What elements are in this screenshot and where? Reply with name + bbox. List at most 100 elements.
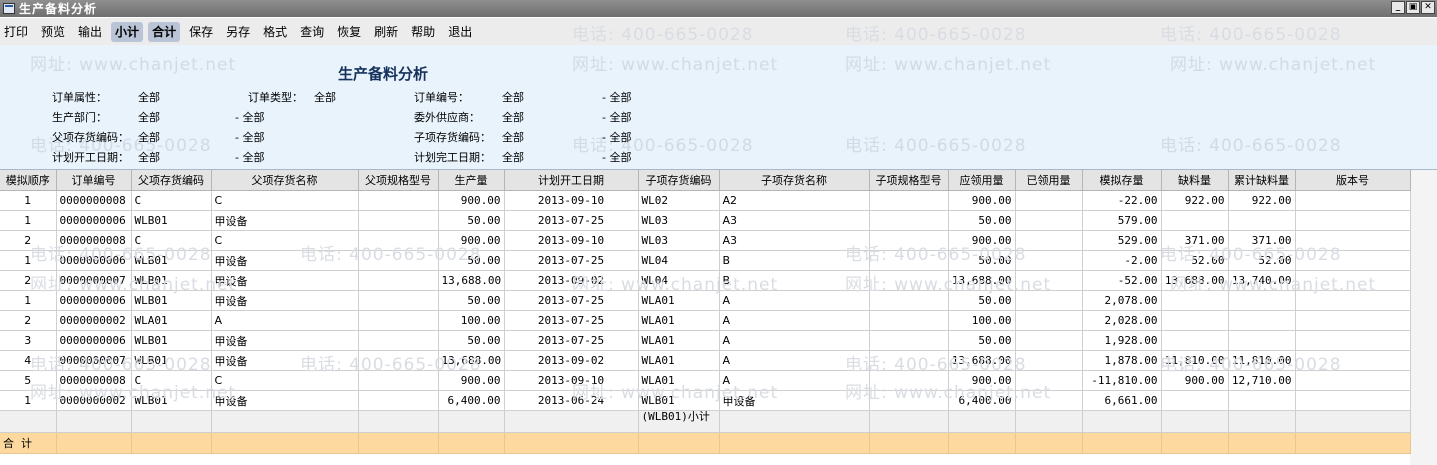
column-header[interactable]: 应领用量 — [948, 170, 1016, 191]
table-cell[interactable] — [358, 390, 439, 411]
table-cell[interactable]: 579.00 — [1082, 210, 1162, 231]
table-cell[interactable]: 922.00 — [1228, 190, 1296, 211]
table-cell[interactable]: 甲设备 — [211, 390, 359, 411]
table-cell[interactable]: 529.00 — [1082, 230, 1162, 251]
table-cell[interactable]: 13,688.00 — [438, 270, 505, 291]
table-cell[interactable]: A3 — [719, 230, 870, 251]
table-cell[interactable]: 50.00 — [438, 210, 505, 231]
table-cell[interactable]: 13,688.00 — [948, 270, 1016, 291]
table-cell[interactable]: 1 — [0, 290, 57, 311]
table-cell[interactable]: 1 — [0, 390, 57, 411]
table-cell[interactable] — [1161, 290, 1229, 311]
table-row[interactable]: 3 0000000006 WLB01 甲设备 50.00 2013-07-25 WLA01 A… — [0, 330, 1411, 351]
table-cell[interactable] — [1295, 250, 1411, 271]
table-cell[interactable]: 2 — [0, 310, 57, 331]
table-cell[interactable] — [1295, 390, 1411, 411]
table-cell[interactable]: C — [131, 370, 212, 391]
close-icon[interactable]: ✕ — [1421, 1, 1435, 14]
table-cell[interactable]: 3 — [0, 330, 57, 351]
table-cell[interactable]: 0000000008 — [56, 370, 132, 391]
table-cell[interactable]: WL02 — [638, 190, 720, 211]
menu-query[interactable]: 查询 — [296, 22, 328, 42]
table-cell[interactable]: 甲设备 — [211, 330, 359, 351]
table-cell[interactable] — [1015, 350, 1083, 371]
table-cell[interactable] — [1228, 390, 1296, 411]
table-cell[interactable] — [1015, 310, 1083, 331]
menu-save-as[interactable]: 另存 — [222, 22, 254, 42]
table-cell[interactable] — [1295, 210, 1411, 231]
table-cell[interactable]: WLA01 — [638, 330, 720, 351]
table-cell[interactable]: A — [719, 290, 870, 311]
table-cell[interactable]: 900.00 — [438, 370, 505, 391]
table-cell[interactable]: 1 — [0, 190, 57, 211]
table-cell[interactable]: 0000000008 — [56, 190, 132, 211]
table-cell[interactable] — [869, 290, 949, 311]
table-cell[interactable]: 2013-09-10 — [504, 190, 639, 211]
table-cell[interactable] — [1015, 290, 1083, 311]
total-cell[interactable] — [1015, 432, 1083, 454]
column-header[interactable]: 累计缺料量 — [1228, 170, 1296, 191]
table-cell[interactable] — [358, 310, 439, 331]
table-cell[interactable]: WL04 — [638, 250, 720, 271]
table-cell[interactable]: WLA01 — [638, 290, 720, 311]
table-cell[interactable] — [869, 370, 949, 391]
total-cell[interactable] — [211, 432, 359, 454]
column-header[interactable]: 子项规格型号 — [869, 170, 949, 191]
table-cell[interactable]: 0000000007 — [56, 270, 132, 291]
table-cell[interactable]: WLB01 — [131, 270, 212, 291]
table-cell[interactable]: 0000000002 — [56, 310, 132, 331]
table-cell[interactable]: 900.00 — [948, 190, 1016, 211]
table-cell[interactable]: 1,928.00 — [1082, 330, 1162, 351]
table-cell[interactable]: WL03 — [638, 210, 720, 231]
table-cell[interactable]: C — [131, 230, 212, 251]
table-cell[interactable] — [1295, 190, 1411, 211]
table-cell[interactable]: C — [131, 190, 212, 211]
table-cell[interactable]: -11,810.00 — [1082, 370, 1162, 391]
table-cell[interactable]: 50.00 — [948, 250, 1016, 271]
table-cell[interactable] — [869, 230, 949, 251]
table-row[interactable]: 2 0000000008 C C 900.00 2013-09-10 WL03 A3 900.0… — [0, 230, 1411, 251]
table-cell[interactable]: 0000000006 — [56, 210, 132, 231]
menu-help[interactable]: 帮助 — [407, 22, 439, 42]
table-cell[interactable]: 4 — [0, 350, 57, 371]
table-cell[interactable] — [1228, 330, 1296, 351]
table-cell[interactable]: A — [719, 350, 870, 371]
table-cell[interactable]: 甲设备 — [211, 250, 359, 271]
subtotal-cell[interactable] — [1161, 410, 1229, 433]
table-cell[interactable]: 52.00 — [1228, 250, 1296, 271]
table-cell[interactable]: B — [719, 270, 870, 291]
total-cell[interactable] — [56, 432, 132, 454]
subtotal-cell[interactable] — [438, 410, 505, 433]
table-cell[interactable]: A2 — [719, 190, 870, 211]
table-cell[interactable]: 1 — [0, 210, 57, 231]
table-cell[interactable] — [1015, 190, 1083, 211]
menu-save[interactable]: 保存 — [185, 22, 217, 42]
column-header[interactable]: 缺料量 — [1161, 170, 1229, 191]
table-cell[interactable]: 6,400.00 — [438, 390, 505, 411]
menu-subtotal[interactable]: 小计 — [111, 21, 144, 42]
table-cell[interactable]: B — [719, 250, 870, 271]
column-header[interactable]: 父项规格型号 — [358, 170, 439, 191]
table-cell[interactable]: 13,688.00 — [948, 350, 1016, 371]
total-row[interactable]: 合 计 — [0, 432, 1411, 454]
table-cell[interactable] — [358, 270, 439, 291]
minimize-icon[interactable]: _ — [1391, 1, 1405, 14]
table-cell[interactable] — [1015, 370, 1083, 391]
total-cell[interactable] — [131, 432, 212, 454]
table-cell[interactable]: WLB01 — [638, 390, 720, 411]
table-cell[interactable] — [1228, 210, 1296, 231]
total-cell[interactable] — [1082, 432, 1162, 454]
table-row[interactable]: 1 0000000006 WLB01 甲设备 50.00 2013-07-25 WLA01 A… — [0, 290, 1411, 311]
total-cell[interactable] — [358, 432, 439, 454]
table-cell[interactable]: WLB01 — [131, 390, 212, 411]
column-header[interactable]: 生产量 — [438, 170, 505, 191]
table-cell[interactable]: 2013-09-10 — [504, 230, 639, 251]
table-cell[interactable]: WLA01 — [131, 310, 212, 331]
column-header[interactable]: 已领用量 — [1015, 170, 1083, 191]
column-header[interactable]: 计划开工日期 — [504, 170, 639, 191]
table-cell[interactable]: 13,688.00 — [1161, 270, 1229, 291]
column-header[interactable]: 父项存货编码 — [131, 170, 212, 191]
table-cell[interactable]: 50.00 — [948, 290, 1016, 311]
table-cell[interactable]: 6,661.00 — [1082, 390, 1162, 411]
table-cell[interactable]: 371.00 — [1161, 230, 1229, 251]
